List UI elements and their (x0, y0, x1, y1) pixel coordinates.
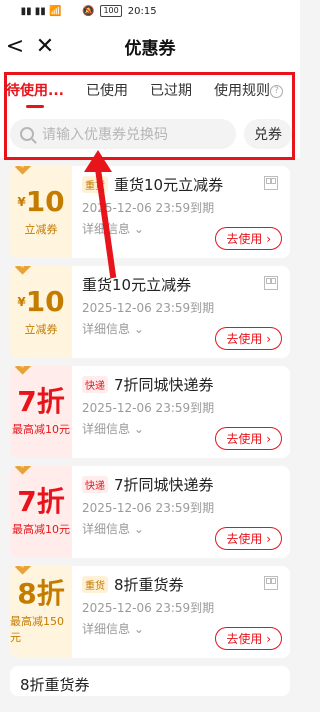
status-bar: ▮▮ ▮▮ 📶 🔕 100 20:15 (0, 0, 300, 22)
coupon-tag: 快递 (82, 476, 108, 493)
coupon-title: 7折同城快递券 (114, 476, 214, 494)
qr-icon[interactable] (264, 576, 278, 590)
tab-bar: 待使用... 已使用 已过期 使用规则? (0, 70, 300, 110)
search-row: 请输入优惠券兑换码 兑券 (0, 110, 300, 158)
coupon-amount: 8折 (17, 577, 65, 610)
app-header: < ✕ 优惠券 (0, 22, 300, 70)
coupon-badge: 新客 (12, 366, 40, 375)
qr-icon[interactable] (264, 176, 278, 190)
coupon-amount: 7折 (17, 485, 65, 518)
coupon-value-block: 新客 7折 最高减10元 (10, 366, 72, 458)
coupon-tag: 重货 (82, 576, 108, 593)
coupon-value-block: 新客 8折 最高减150元 (10, 566, 72, 658)
redeem-button[interactable]: 兑券 (244, 119, 292, 149)
use-button[interactable]: 去使用 › (215, 327, 282, 350)
coupon-subtitle: 立减券 (24, 323, 58, 336)
use-button[interactable]: 去使用 › (215, 227, 282, 250)
coupon-date: 2025-12-06 23:59到期 (82, 301, 215, 315)
coupon-card-partial: 8折重货券 (10, 666, 290, 696)
tab-used[interactable]: 已使用 (86, 80, 128, 100)
coupon-info: 快递 7折同城快递券 2025-12-06 23:59到期 详细信息 ⌄ 去使用 … (72, 366, 290, 458)
coupon-info: 重货 8折重货券 2025-12-06 23:59到期 详细信息 ⌄ 去使用 › (72, 566, 290, 658)
coupon-subtitle: 最高减150元 (10, 615, 64, 644)
tab-rules-label: 使用规则 (213, 83, 270, 99)
coupon-value-block: 新客 ¥10 立减券 (10, 266, 72, 358)
coupon-subtitle: 最高减10元 (12, 523, 70, 536)
close-icon[interactable]: ✕ (30, 34, 60, 59)
tab-rules[interactable]: 使用规则? (214, 80, 283, 100)
use-button[interactable]: 去使用 › (215, 527, 282, 550)
search-icon (20, 127, 34, 141)
coupon-title: 8折重货券 (114, 576, 184, 594)
coupon-code-input[interactable]: 请输入优惠券兑换码 (10, 119, 236, 149)
info-icon: ? (269, 84, 283, 98)
status-left: ▮▮ ▮▮ 📶 (10, 6, 72, 17)
coupon-date: 2025-12-06 23:59到期 (82, 201, 215, 215)
tab-expired[interactable]: 已过期 (150, 80, 192, 100)
coupon-badge: 新客 (12, 166, 40, 175)
coupon-amount: ¥10 (17, 285, 65, 318)
coupon-subtitle: 最高减10元 (12, 423, 70, 436)
coupon-card: 新客 8折 最高减150元 重货 8折重货券 2025-12-06 23:59到期… (10, 566, 290, 658)
coupon-title: 重货10元立减券 (114, 176, 224, 194)
coupon-info: 8折重货券 (10, 666, 290, 696)
coupon-date: 2025-12-06 23:59到期 (82, 501, 215, 515)
coupon-card: 新客 7折 最高减10元 快递 7折同城快递券 2025-12-06 23:59到… (10, 466, 290, 558)
coupon-tag: 快递 (82, 376, 108, 393)
back-icon[interactable]: < (0, 34, 30, 59)
coupon-list: 新客 ¥10 立减券 重货 重货10元立减券 2025-12-06 23:59到期… (0, 158, 300, 712)
coupon-card: 新客 7折 最高减10元 快递 7折同城快递券 2025-12-06 23:59到… (10, 366, 290, 458)
coupon-info: 重货10元立减券 2025-12-06 23:59到期 详细信息 ⌄ 去使用 › (72, 266, 290, 358)
use-button[interactable]: 去使用 › (215, 427, 282, 450)
mute-icon: 🔕 (82, 5, 95, 17)
coupon-card: 新客 ¥10 立减券 重货10元立减券 2025-12-06 23:59到期 详… (10, 266, 290, 358)
coupon-amount: 7折 (17, 385, 65, 418)
coupon-value-block: 新客 ¥10 立减券 (10, 166, 72, 258)
clock: 20:15 (127, 5, 157, 17)
coupon-badge: 新客 (12, 466, 40, 475)
coupon-subtitle: 立减券 (24, 223, 58, 236)
signal-icons: ▮▮ ▮▮ 📶 (20, 5, 62, 17)
coupon-title: 8折重货券 (20, 676, 90, 694)
search-placeholder: 请输入优惠券兑换码 (42, 127, 168, 143)
coupon-title: 重货10元立减券 (82, 276, 192, 294)
coupon-info: 快递 7折同城快递券 2025-12-06 23:59到期 详细信息 ⌄ 去使用 … (72, 466, 290, 558)
use-button[interactable]: 去使用 › (215, 627, 282, 650)
coupon-badge: 新客 (12, 566, 40, 575)
tab-unused[interactable]: 待使用... (6, 80, 64, 108)
coupon-title: 7折同城快递券 (114, 376, 214, 394)
battery-icon: 100 (100, 5, 122, 17)
coupon-card: 新客 ¥10 立减券 重货重货10元立减券 2025-12-06 23:59到期… (10, 166, 290, 258)
coupon-date: 2025-12-06 23:59到期 (82, 601, 215, 615)
coupon-badge: 新客 (12, 266, 40, 275)
coupon-value-block: 新客 7折 最高减10元 (10, 466, 72, 558)
coupon-date: 2025-12-06 23:59到期 (82, 401, 215, 415)
qr-icon[interactable] (264, 276, 278, 290)
coupon-amount: ¥10 (17, 185, 65, 218)
